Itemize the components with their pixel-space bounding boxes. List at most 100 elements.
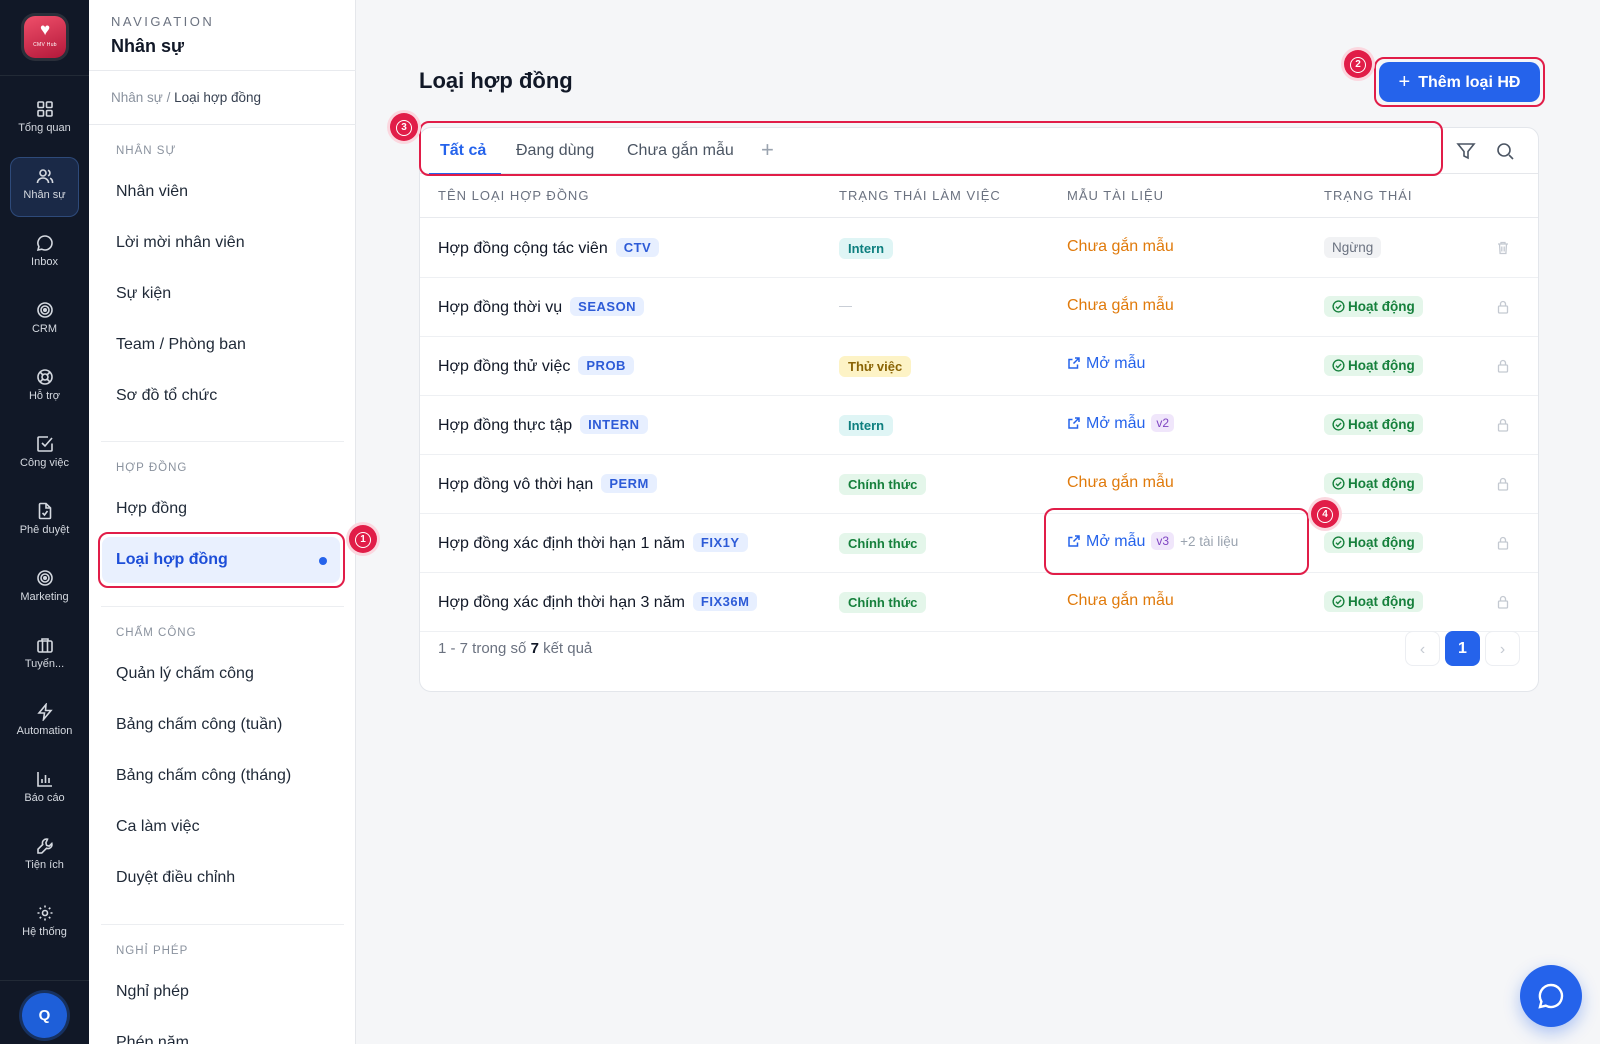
nav-item-so-do-to-chuc[interactable]: Sơ đồ tổ chức xyxy=(102,373,340,419)
nav-item-su-kien[interactable]: Sự kiện xyxy=(102,271,340,317)
rail-item-inbox[interactable]: Inbox xyxy=(10,224,79,284)
nav-item-phep-nam[interactable]: Phép năm xyxy=(102,1020,340,1044)
nav-item-team-phong-ban[interactable]: Team / Phòng ban xyxy=(102,322,340,368)
app-rail: ♥ CMV Hub Tổng quan Nhân sự Inbox CRM Hỗ… xyxy=(0,0,89,1044)
table-row[interactable]: Hợp đồng thử việc PROB Thử việc Mở mẫu Ho… xyxy=(420,337,1538,396)
step-marker-4: 4 xyxy=(1311,500,1339,528)
bar-chart-icon xyxy=(36,772,52,787)
nav-item-ca-lam-viec[interactable]: Ca làm việc xyxy=(102,804,340,850)
code-badge: CTV xyxy=(615,238,660,257)
open-template-link[interactable]: Mở mẫu v2 xyxy=(1067,414,1175,433)
table-row[interactable]: Hợp đồng xác định thời hạn 1 năm FIX1Y Ch… xyxy=(420,514,1538,573)
rail-label: Automation xyxy=(16,725,73,737)
rail-item-phe-duyet[interactable]: Phê duyệt xyxy=(10,492,79,552)
rail-label: Hỗ trợ xyxy=(28,390,61,402)
rail-item-ho-tro[interactable]: Hỗ trợ xyxy=(10,358,79,418)
table-row[interactable]: Hợp đồng thời vụ SEASON Chưa gắn mẫu Hoạt… xyxy=(420,278,1538,337)
name-text: Hợp đồng xác định thời hạn 3 năm xyxy=(438,594,685,611)
marker-number: 1 xyxy=(355,531,371,548)
prev-page-button[interactable]: ‹ xyxy=(1405,631,1440,666)
rail-item-he-thong[interactable]: Hệ thống xyxy=(10,894,79,954)
rail-item-bao-cao[interactable]: Báo cáo xyxy=(10,760,79,820)
nav-item-loi-moi-nhan-vien[interactable]: Lời mời nhân viên xyxy=(102,220,340,266)
page-1-button[interactable]: 1 xyxy=(1445,631,1480,666)
rail-divider xyxy=(0,980,89,981)
work-status-badge: Intern xyxy=(839,238,894,259)
lock-icon xyxy=(1497,359,1509,373)
rail-item-tien-ich[interactable]: Tiện ích xyxy=(10,827,79,887)
app-logo[interactable]: ♥ CMV Hub xyxy=(24,16,66,58)
chat-support-button[interactable] xyxy=(1520,965,1582,1027)
table-row[interactable]: Hợp đồng xác định thời hạn 3 năm FIX36M C… xyxy=(420,573,1538,632)
step-marker-3: 3 xyxy=(390,113,418,141)
nav-item-bang-cham-cong-tuan[interactable]: Bảng chấm công (tuần) xyxy=(102,702,340,748)
status-badge: Hoạt động xyxy=(1324,591,1423,612)
code-badge: FIX36M xyxy=(692,592,758,611)
template-missing: Chưa gắn mẫu xyxy=(1067,238,1174,255)
rail-item-marketing[interactable]: Marketing xyxy=(10,559,79,619)
rail-item-crm[interactable]: CRM xyxy=(10,291,79,351)
empty-dash xyxy=(839,306,852,307)
rail-item-tong-quan[interactable]: Tổng quan xyxy=(10,90,79,150)
name-text: Hợp đồng vô thời hạn xyxy=(438,476,594,493)
section-label-nhan-su: NHÂN SỰ xyxy=(116,145,177,157)
marker-number: 4 xyxy=(1317,506,1333,523)
rail-label: Tiện ích xyxy=(25,859,64,871)
user-avatar[interactable]: Q xyxy=(22,993,67,1038)
open-template-link[interactable]: Mở mẫu xyxy=(1067,355,1145,373)
rail-label: Tuyển... xyxy=(24,658,65,670)
filter-icon[interactable] xyxy=(1454,139,1478,163)
file-check-icon xyxy=(38,502,51,520)
rail-item-nhan-su[interactable]: Nhân sự xyxy=(10,157,79,217)
code-badge: PROB xyxy=(578,356,634,375)
rail-label: Báo cáo xyxy=(24,792,65,804)
next-page-button[interactable]: › xyxy=(1485,631,1520,666)
nav-caption: NAVIGATION xyxy=(111,14,215,29)
check-circle-icon xyxy=(1332,359,1345,372)
table-header: TÊN LOẠI HỢP ĐỒNG TRẠNG THÁI LÀM VIỆC MẪ… xyxy=(420,174,1538,218)
column-header-template[interactable]: MẪU TÀI LIỆU xyxy=(1067,188,1164,203)
breadcrumb-separator: / xyxy=(162,90,175,105)
table-row[interactable]: Hợp đồng vô thời hạn PERM Chính thức Chưa… xyxy=(420,455,1538,514)
nav-item-nghi-phep[interactable]: Nghỉ phép xyxy=(102,969,340,1015)
heart-icon: ♥ xyxy=(39,20,51,39)
template-missing: Chưa gắn mẫu xyxy=(1067,297,1174,314)
rail-item-automation[interactable]: Automation xyxy=(10,693,79,753)
code-badge: SEASON xyxy=(570,297,645,316)
column-header-name[interactable]: TÊN LOẠI HỢP ĐỒNG xyxy=(438,188,589,203)
nav-item-duyet-dieu-chinh[interactable]: Duyệt điều chỉnh xyxy=(102,855,340,901)
contract-type-name: Hợp đồng thực tập INTERN xyxy=(438,415,648,435)
template-link-text: Mở mẫu xyxy=(1086,415,1146,432)
breadcrumb-parent[interactable]: Nhân sự xyxy=(111,90,163,105)
breadcrumb: Nhân sự / Loại hợp đồng xyxy=(111,90,261,105)
highlight-box-add-button xyxy=(1374,57,1545,107)
rail-item-tuyen-dung[interactable]: Tuyển... xyxy=(10,626,79,686)
column-header-status[interactable]: TRẠNG THÁI xyxy=(1324,188,1413,203)
table-row[interactable]: Hợp đồng thực tập INTERN Intern Mở mẫu v2 … xyxy=(420,396,1538,455)
status-badge: Hoạt động xyxy=(1324,355,1423,376)
table-row[interactable]: Hợp đồng cộng tác viên CTV Intern Chưa gắ… xyxy=(420,219,1538,278)
nav-item-nhan-vien[interactable]: Nhân viên xyxy=(102,169,340,215)
nav-item-hop-dong[interactable]: Hợp đồng xyxy=(102,486,340,532)
rail-item-cong-viec[interactable]: Công việc xyxy=(10,425,79,485)
check-circle-icon xyxy=(1332,536,1345,549)
name-text: Hợp đồng xác định thời hạn 1 năm xyxy=(438,535,685,552)
rail-divider xyxy=(0,75,89,76)
checkbox-icon xyxy=(36,436,53,452)
marker-number: 2 xyxy=(1350,56,1366,73)
template-missing: Chưa gắn mẫu xyxy=(1067,592,1174,609)
nav-item-bang-cham-cong-thang[interactable]: Bảng chấm công (tháng) xyxy=(102,753,340,799)
search-icon[interactable] xyxy=(1493,139,1517,163)
rail-label: Hệ thống xyxy=(22,926,67,938)
nav-item-quan-ly-cham-cong[interactable]: Quản lý chấm công xyxy=(102,651,340,697)
check-circle-icon xyxy=(1332,300,1345,313)
column-header-work-status[interactable]: TRẠNG THÁI LÀM VIỆC xyxy=(839,188,1001,203)
lock-icon xyxy=(1497,418,1509,432)
section-label-cham-cong: CHẤM CÔNG xyxy=(116,627,197,639)
nav-divider xyxy=(89,124,356,125)
name-text: Hợp đồng cộng tác viên xyxy=(438,240,608,257)
breadcrumb-current: Loại hợp đồng xyxy=(174,90,262,105)
rail-label: Marketing xyxy=(20,591,69,603)
trash-icon[interactable] xyxy=(1495,240,1511,256)
rail-label: Công việc xyxy=(20,457,69,469)
